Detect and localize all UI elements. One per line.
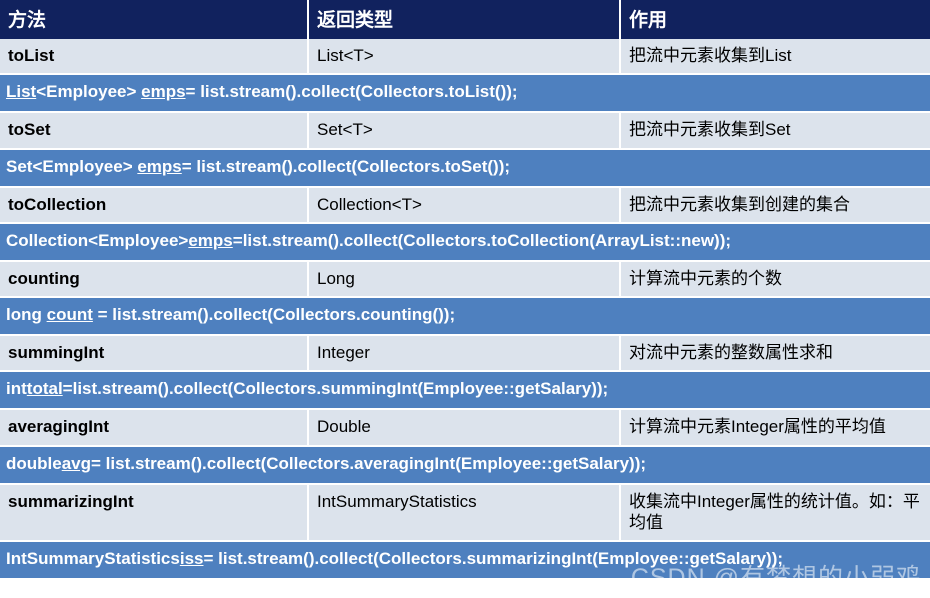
code-row: IntSummaryStatisticsiss= list.stream().c…	[0, 541, 930, 580]
code-text: = list.stream().collect(Collectors.summa…	[203, 549, 784, 568]
collectors-reference-table: 方法 返回类型 作用 toList List<T> 把流中元素收集到List List…	[0, 0, 930, 580]
column-header-usage: 作用	[620, 0, 930, 39]
table-header: 方法 返回类型 作用	[0, 0, 930, 39]
cell-return-type: IntSummaryStatistics	[308, 483, 621, 542]
cell-code-sample: Collection<Employee>emps=list.stream().c…	[0, 222, 930, 262]
collector-table-figure: 方法 返回类型 作用 toList List<T> 把流中元素收集到List List…	[0, 0, 930, 598]
table-row: summingInt Integer 对流中元素的整数属性求和	[0, 335, 930, 373]
table-body: toList List<T> 把流中元素收集到List List<Employee> …	[0, 39, 930, 580]
cell-usage: 把流中元素收集到创建的集合	[620, 186, 930, 224]
code-identifier: iss	[179, 549, 204, 568]
column-header-method: 方法	[0, 0, 309, 39]
code-text: Set<Employee>	[6, 156, 138, 176]
code-text: =list.stream().collect(Collectors.summin…	[62, 379, 609, 399]
cell-method: summingInt	[0, 335, 309, 373]
table-row: toCollection Collection<T> 把流中元素收集到创建的集合	[0, 186, 930, 224]
code-identifier: total	[26, 379, 63, 399]
cell-code-sample: Set<Employee> emps= list.stream().collec…	[0, 148, 930, 188]
cell-usage: 把流中元素收集到List	[620, 39, 930, 76]
code-row: inttotal=list.stream().collect(Collector…	[0, 371, 930, 411]
cell-return-type: Set<T>	[308, 112, 621, 150]
cell-code-sample: List<Employee> emps= list.stream().colle…	[0, 74, 930, 114]
cell-return-type: Collection<T>	[308, 186, 621, 224]
code-row: Collection<Employee>emps=list.stream().c…	[0, 222, 930, 262]
cell-method: counting	[0, 260, 309, 299]
cell-method: toList	[0, 39, 309, 76]
cell-usage: 计算流中元素Integer属性的平均值	[620, 409, 930, 447]
code-text: int	[6, 379, 27, 399]
cell-method: summarizingInt	[0, 483, 309, 542]
cell-usage: 计算流中元素的个数	[620, 260, 930, 299]
cell-method: averagingInt	[0, 409, 309, 447]
code-text: Collection<Employee>	[6, 230, 189, 250]
cell-return-type: Long	[308, 260, 621, 299]
code-identifier: emps	[137, 156, 182, 176]
header-row: 方法 返回类型 作用	[0, 0, 930, 39]
code-text: double	[6, 453, 62, 473]
code-text: = list.stream().collect(Collectors.toSet…	[181, 156, 511, 176]
code-text: = list.stream().collect(Collectors.count…	[92, 305, 456, 324]
code-text: long	[6, 305, 47, 324]
code-text: <Employee>	[36, 82, 142, 102]
table-row: averagingInt Double 计算流中元素Integer属性的平均值	[0, 409, 930, 447]
code-text: =list.stream().collect(Collectors.toColl…	[232, 230, 732, 250]
code-text: = list.stream().collect(Collectors.toLis…	[185, 82, 518, 102]
cell-code-sample: doubleavg= list.stream().collect(Collect…	[0, 445, 930, 485]
cell-code-sample: IntSummaryStatisticsiss= list.stream().c…	[0, 541, 930, 580]
cell-usage: 对流中元素的整数属性求和	[620, 335, 930, 373]
cell-return-type: Double	[308, 409, 621, 447]
cell-usage: 收集流中Integer属性的统计值。如：平均值	[620, 483, 930, 542]
code-identifier: emps	[188, 230, 233, 250]
table-row: counting Long 计算流中元素的个数	[0, 260, 930, 299]
code-identifier: emps	[141, 82, 186, 102]
code-text: = list.stream().collect(Collectors.avera…	[91, 453, 647, 473]
cell-code-sample: inttotal=list.stream().collect(Collector…	[0, 371, 930, 411]
code-row: doubleavg= list.stream().collect(Collect…	[0, 445, 930, 485]
code-row: long count = list.stream().collect(Colle…	[0, 297, 930, 336]
cell-method: toSet	[0, 112, 309, 150]
cell-return-type: Integer	[308, 335, 621, 373]
code-row: Set<Employee> emps= list.stream().collec…	[0, 148, 930, 188]
code-identifier: List	[6, 82, 37, 102]
code-row: List<Employee> emps= list.stream().colle…	[0, 74, 930, 114]
cell-method: toCollection	[0, 186, 309, 224]
column-header-return-type: 返回类型	[308, 0, 621, 39]
table-row: toSet Set<T> 把流中元素收集到Set	[0, 112, 930, 150]
cell-usage: 把流中元素收集到Set	[620, 112, 930, 150]
code-text: IntSummaryStatistics	[6, 549, 180, 568]
code-identifier: count	[46, 305, 93, 324]
table-row: summarizingInt IntSummaryStatistics 收集流中In…	[0, 483, 930, 542]
code-identifier: avg	[61, 453, 92, 473]
table-row: toList List<T> 把流中元素收集到List	[0, 39, 930, 76]
cell-code-sample: long count = list.stream().collect(Colle…	[0, 297, 930, 336]
cell-return-type: List<T>	[308, 39, 621, 76]
